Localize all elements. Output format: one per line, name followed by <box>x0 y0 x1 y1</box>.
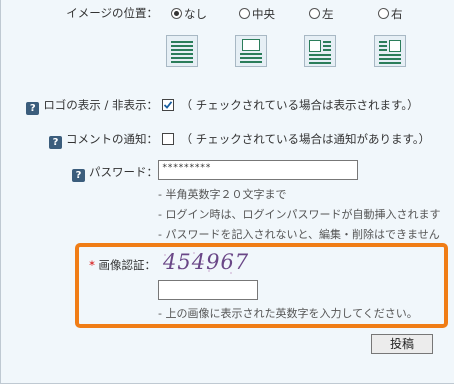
captcha-label: 画像認証： <box>98 258 157 272</box>
password-label-group: ? パスワード： <box>1 164 158 182</box>
captcha-code: 454967 <box>163 250 250 274</box>
layout-right-icon[interactable] <box>374 35 406 67</box>
logo-display-note: （ チェックされている場合は表示されます。） <box>180 98 419 112</box>
radio-center[interactable] <box>239 8 250 19</box>
radio-right[interactable] <box>378 8 389 19</box>
radio-none[interactable] <box>171 8 182 19</box>
password-hint-2: - ログイン時は、ログインパスワードが自動挿入されます <box>158 208 441 221</box>
captcha-image: 454967 <box>159 249 249 275</box>
position-option-left[interactable]: 左 <box>309 6 334 22</box>
position-option-none[interactable]: なし <box>171 6 207 22</box>
logo-display-label-group: ? ロゴの表示 / 非表示： <box>1 97 158 115</box>
captcha-input[interactable] <box>158 280 258 300</box>
position-option-center[interactable]: 中央 <box>239 6 275 22</box>
captcha-hint: - 上の画像に表示された英数字を入力してください。 <box>158 307 418 320</box>
required-mark: * <box>89 258 95 272</box>
password-hint-1: - 半角英数字２０文字まで <box>158 188 287 201</box>
comment-notify-label: コメントの通知： <box>66 132 158 146</box>
captcha-label-group: * 画像認証： <box>61 257 156 273</box>
password-input[interactable]: ********* <box>158 160 358 180</box>
comment-notify-field: （ チェックされている場合は通知があります。） <box>162 131 430 147</box>
logo-display-checkbox[interactable] <box>162 99 174 111</box>
password-hint-3: - パスワードを記入されないと、編集・削除はできません <box>158 228 440 241</box>
position-option-right[interactable]: 右 <box>378 6 403 22</box>
radio-left[interactable] <box>309 8 320 19</box>
layout-left-icon[interactable] <box>304 35 336 67</box>
logo-display-field: （ チェックされている場合は表示されます。） <box>162 97 419 113</box>
help-icon[interactable]: ? <box>26 102 40 115</box>
image-position-label: イメージの位置： <box>66 6 158 20</box>
comment-notify-label-group: ? コメントの通知： <box>1 131 158 149</box>
help-icon[interactable]: ? <box>49 136 62 149</box>
password-label: パスワード： <box>89 165 158 179</box>
submit-button[interactable]: 投稿 <box>371 334 433 354</box>
layout-center-icon[interactable] <box>235 35 267 67</box>
logo-display-label: ロゴの表示 / 非表示： <box>43 98 158 112</box>
form-panel: イメージの位置： なし 中央 左 右 ? ロゴの表示 / 非表示： （ チェック… <box>0 0 454 384</box>
comment-notify-note: （ チェックされている場合は通知があります。） <box>180 132 431 146</box>
layout-none-icon[interactable] <box>166 35 198 67</box>
help-icon[interactable]: ? <box>72 169 85 182</box>
comment-notify-checkbox[interactable] <box>162 133 174 145</box>
